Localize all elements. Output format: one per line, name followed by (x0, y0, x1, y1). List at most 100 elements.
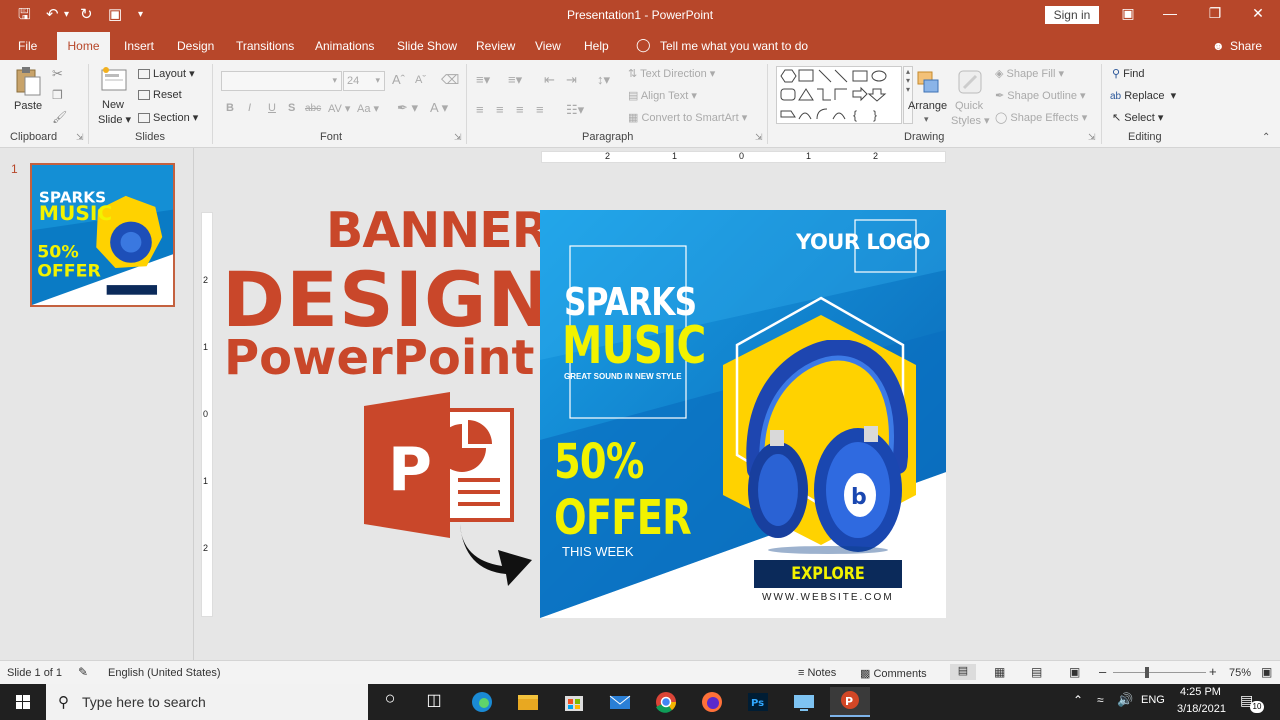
slide-sorter-icon[interactable]: ▦ (994, 665, 1005, 679)
zoom-out-icon[interactable]: – (1099, 664, 1106, 679)
tab-slide-show[interactable]: Slide Show (397, 39, 457, 53)
increase-font-size-icon[interactable]: Aˆ (392, 72, 405, 87)
find-button[interactable]: ⚲ Find (1112, 67, 1145, 80)
heading-banner[interactable]: BANNER (326, 202, 549, 259)
chrome-icon[interactable] (648, 690, 684, 714)
language-status[interactable]: English (United States) (108, 667, 221, 679)
headphones-image[interactable]: b (738, 338, 909, 555)
tab-insert[interactable]: Insert (124, 39, 154, 53)
comments-button[interactable]: ▩ Comments (860, 667, 927, 680)
arrange-icon[interactable] (914, 68, 942, 98)
share-icon[interactable]: ☻ (1212, 39, 1225, 53)
powerpoint-taskbar-icon[interactable]: P (830, 687, 870, 717)
normal-view-icon[interactable]: ▤ (950, 664, 976, 680)
justify-icon[interactable]: ≡ (536, 102, 544, 117)
paste-icon[interactable] (14, 66, 42, 96)
banner-cta-button[interactable]: EXPLORE MORE (754, 560, 902, 588)
clock-date[interactable]: 3/18/2021 (1177, 703, 1226, 715)
shapes-gallery-scroll[interactable]: ▴ ▾ ▾ (903, 66, 913, 124)
spell-check-icon[interactable]: ✎ (78, 665, 88, 679)
zoom-slider-thumb[interactable] (1145, 667, 1149, 678)
mail-icon[interactable] (602, 690, 638, 714)
align-text-button[interactable]: ▤ Align Text ▾ (628, 89, 697, 102)
shadow-icon[interactable]: S (288, 102, 295, 114)
zoom-in-icon[interactable]: + (1209, 664, 1217, 679)
show-hidden-icons-icon[interactable]: ⌃ (1073, 693, 1083, 707)
tab-help[interactable]: Help (584, 39, 609, 53)
convert-smartart-button[interactable]: ▦ Convert to SmartArt ▾ (628, 111, 747, 124)
slide-thumbnail-1[interactable]: SPARKS MUSIC 50% OFFER (30, 163, 175, 307)
shapes-gallery[interactable]: { } (776, 66, 902, 124)
banner-offer-week[interactable]: THIS WEEK (562, 544, 634, 559)
photoshop-icon[interactable]: Ps (740, 690, 776, 714)
font-name-select[interactable]: ▾ (221, 71, 342, 91)
wifi-icon[interactable]: ≈ (1097, 693, 1104, 707)
line-spacing-icon[interactable]: ↕▾ (597, 72, 610, 88)
columns-icon[interactable]: ☷▾ (566, 102, 584, 118)
numbering-icon[interactable]: ≡▾ (508, 72, 522, 88)
tab-animations[interactable]: Animations (315, 39, 374, 53)
paragraph-launcher-icon[interactable]: ⇲ (755, 132, 763, 143)
clock-time[interactable]: 4:25 PM (1180, 686, 1221, 698)
horizontal-ruler[interactable]: 2 1 0 1 2 (541, 151, 946, 163)
minimize-button[interactable]: — (1160, 5, 1180, 21)
tab-review[interactable]: Review (476, 39, 515, 53)
copy-icon[interactable]: ❐ (52, 88, 63, 102)
paste-button[interactable]: Paste (14, 100, 42, 112)
arrange-button[interactable]: Arrange (908, 100, 947, 112)
decrease-font-size-icon[interactable]: Aˇ (415, 74, 426, 86)
replace-button[interactable]: ab Replace ▾ (1110, 89, 1176, 102)
bold-icon[interactable]: B (226, 102, 234, 114)
store-icon[interactable] (556, 690, 592, 714)
firefox-icon[interactable] (694, 690, 730, 714)
layout-button[interactable]: Layout ▾ (138, 67, 195, 80)
heading-powerpoint[interactable]: PowerPoint (224, 330, 534, 386)
quick-styles-label-1[interactable]: Quick (955, 100, 983, 112)
sign-in-button[interactable]: Sign in (1045, 6, 1099, 24)
character-spacing-icon[interactable]: AV ▾ (328, 102, 350, 115)
banner-offer-text[interactable]: OFFER (554, 490, 692, 546)
banner-logo[interactable]: YOUR LOGO (796, 230, 930, 254)
font-color-icon[interactable]: A ▾ (430, 100, 448, 116)
select-button[interactable]: ↖ Select ▾ (1112, 111, 1163, 124)
drawing-launcher-icon[interactable]: ⇲ (1088, 132, 1096, 143)
tab-file[interactable]: File (18, 39, 37, 53)
tab-transitions[interactable]: Transitions (236, 39, 294, 53)
new-slide-label-1[interactable]: New (102, 99, 124, 111)
italic-icon[interactable]: I (248, 102, 251, 114)
zoom-slider[interactable] (1113, 672, 1206, 673)
font-launcher-icon[interactable]: ⇲ (454, 132, 462, 143)
quick-styles-label-2[interactable]: Styles ▾ (951, 114, 990, 127)
font-size-select[interactable]: 24 ▾ (343, 71, 385, 91)
vertical-ruler[interactable]: 2 1 0 1 2 (201, 212, 213, 617)
slideshow-view-icon[interactable]: ▣ (1069, 665, 1080, 679)
edge-icon[interactable] (464, 690, 500, 714)
tab-view[interactable]: View (535, 39, 561, 53)
cortana-icon[interactable]: ○ (372, 688, 408, 712)
arrange-dropdown-icon[interactable]: ▾ (924, 114, 929, 125)
zoom-level[interactable]: 75% (1229, 667, 1251, 679)
notes-button[interactable]: ≡ Notes (798, 667, 836, 679)
slide[interactable]: b YOUR LOGO SPARKS MUSIC GREAT SOUND IN … (540, 210, 946, 618)
align-center-icon[interactable]: ≡ (496, 102, 504, 117)
increase-indent-icon[interactable]: ⇥ (566, 72, 577, 88)
remote-desktop-icon[interactable] (786, 690, 822, 714)
shape-effects-button[interactable]: ◯ Shape Effects ▾ (995, 111, 1087, 124)
banner-tagline[interactable]: GREAT SOUND IN NEW STYLE (564, 372, 682, 381)
fit-to-window-icon[interactable]: ▣ (1261, 665, 1272, 679)
clear-formatting-icon[interactable]: ⌫ (441, 72, 459, 88)
bullets-icon[interactable]: ≡▾ (476, 72, 490, 88)
format-painter-icon[interactable]: 🖌 (52, 110, 67, 124)
task-view-icon[interactable]: ◫ (416, 690, 452, 714)
strikethrough-icon[interactable]: abc (305, 103, 321, 114)
volume-icon[interactable]: 🔊 (1117, 692, 1133, 708)
underline-icon[interactable]: U (268, 102, 276, 114)
file-explorer-icon[interactable] (510, 690, 546, 714)
quick-styles-icon[interactable] (956, 68, 984, 98)
banner-website[interactable]: WWW.WEBSITE.COM (762, 592, 894, 603)
reading-view-icon[interactable]: ▤ (1031, 665, 1042, 679)
windows-start-icon[interactable] (5, 690, 41, 714)
maximize-button[interactable]: ❐ (1205, 5, 1225, 22)
change-case-icon[interactable]: Aa ▾ (357, 102, 379, 115)
shape-outline-button[interactable]: ✒ Shape Outline ▾ (995, 89, 1086, 102)
